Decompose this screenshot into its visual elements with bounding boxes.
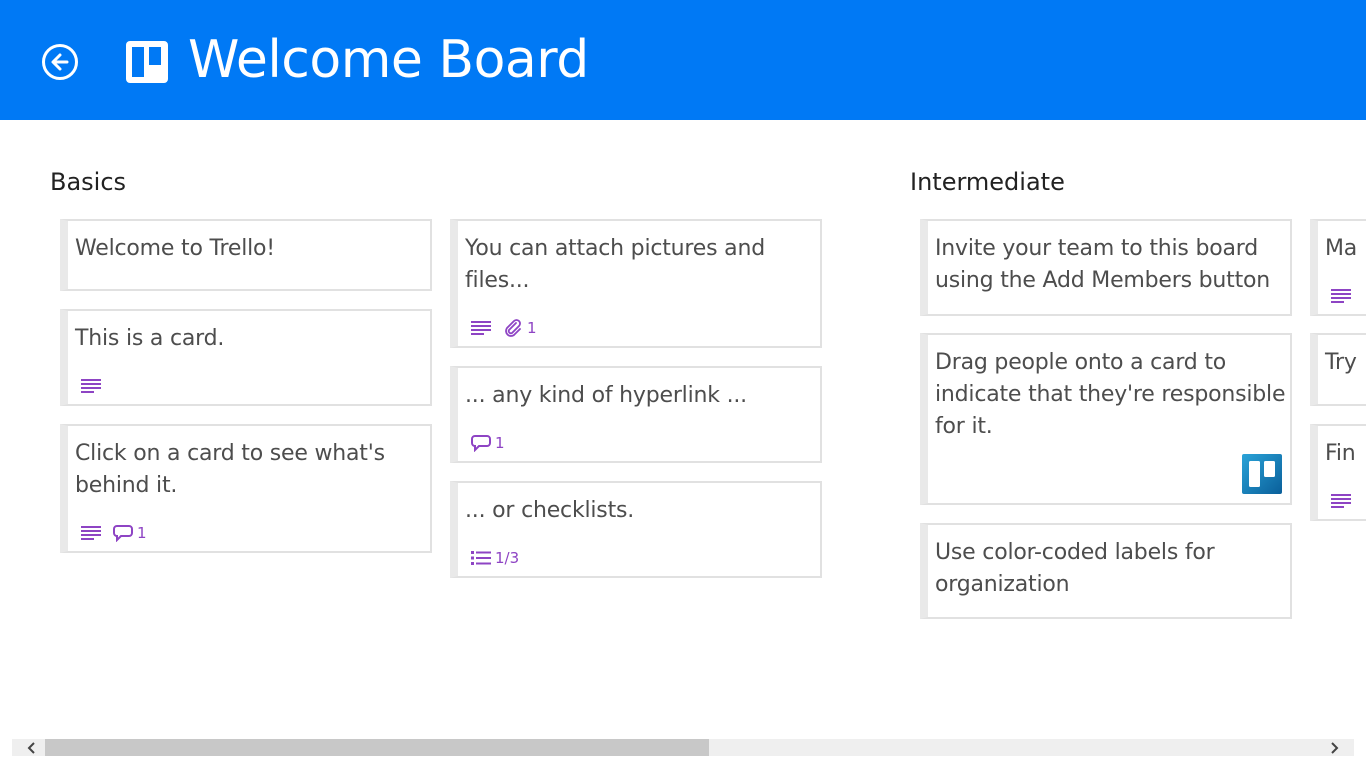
chevron-left-icon <box>27 741 35 754</box>
comment-count: 1 <box>495 434 505 452</box>
attachment-count: 1 <box>527 319 537 337</box>
trello-board-icon <box>126 41 168 83</box>
card-title: Try <box>1325 350 1357 375</box>
card-title: Welcome to Trello! <box>75 236 275 261</box>
member-avatar[interactable] <box>1242 454 1282 494</box>
card-title: Use color-coded labels for organization <box>935 540 1215 597</box>
card-click-on-a-card[interactable]: Click on a card to see what's behind it.… <box>60 424 432 553</box>
comment-badge: 1 <box>113 523 147 543</box>
card-invite-team[interactable]: Invite your team to this board using the… <box>920 219 1292 316</box>
scrollbar-thumb[interactable] <box>45 739 709 756</box>
card-title: You can attach pictures and files... <box>465 236 765 293</box>
description-icon <box>81 526 101 540</box>
card-badges <box>1331 489 1351 513</box>
page-title: Welcome Board <box>188 30 589 90</box>
card-title: ... or checklists. <box>465 498 635 523</box>
card-attach-pictures[interactable]: You can attach pictures and files... 1 <box>450 219 822 348</box>
card-checklists[interactable]: ... or checklists. 1/3 <box>450 481 822 578</box>
description-icon <box>1331 494 1351 508</box>
app-header: Welcome Board <box>0 0 1366 120</box>
card-title: This is a card. <box>75 326 225 351</box>
card-partial-2[interactable]: Try <box>1310 333 1366 406</box>
card-badges: 1/3 <box>471 546 519 570</box>
list-title-intermediate: Intermediate <box>910 168 1065 196</box>
attachment-badge: 1 <box>503 318 537 338</box>
comment-icon <box>113 525 133 542</box>
card-partial-3[interactable]: Fin <box>1310 424 1366 521</box>
card-welcome[interactable]: Welcome to Trello! <box>60 219 432 291</box>
card-partial-1[interactable]: Ma <box>1310 219 1366 316</box>
checklist-count: 1/3 <box>495 549 520 567</box>
card-title: Click on a card to see what's behind it. <box>75 441 385 498</box>
horizontal-scrollbar[interactable] <box>12 739 1354 756</box>
card-badges <box>81 374 101 398</box>
description-icon <box>81 379 101 393</box>
back-arrow-icon <box>51 53 69 71</box>
card-title: Drag people onto a card to indicate that… <box>935 350 1286 439</box>
card-title: Ma <box>1325 236 1358 261</box>
card-title: ... any kind of hyperlink ... <box>465 383 747 408</box>
checklist-icon <box>471 551 491 565</box>
list-title-basics: Basics <box>50 168 127 196</box>
card-title: Invite your team to this board using the… <box>935 236 1271 293</box>
card-color-labels[interactable]: Use color-coded labels for organization <box>920 523 1292 619</box>
card-hyperlink[interactable]: ... any kind of hyperlink ... 1 <box>450 366 822 463</box>
attachment-icon <box>505 319 521 337</box>
card-title: Fin <box>1325 441 1356 466</box>
comment-icon <box>471 435 491 452</box>
card-badges: 1 <box>471 431 505 455</box>
card-badges <box>1331 284 1351 308</box>
description-icon <box>1331 289 1351 303</box>
scroll-left-button[interactable] <box>18 739 46 756</box>
comment-count: 1 <box>137 524 147 542</box>
description-icon <box>471 321 491 335</box>
chevron-right-icon <box>1331 741 1339 754</box>
card-badges: 1 <box>81 521 147 545</box>
card-this-is-a-card[interactable]: This is a card. <box>60 309 432 406</box>
scroll-right-button[interactable] <box>1320 739 1348 756</box>
comment-badge: 1 <box>471 433 505 453</box>
card-badges: 1 <box>471 316 537 340</box>
checklist-badge: 1/3 <box>471 548 519 568</box>
back-button[interactable] <box>42 44 78 80</box>
card-drag-people[interactable]: Drag people onto a card to indicate that… <box>920 333 1292 505</box>
